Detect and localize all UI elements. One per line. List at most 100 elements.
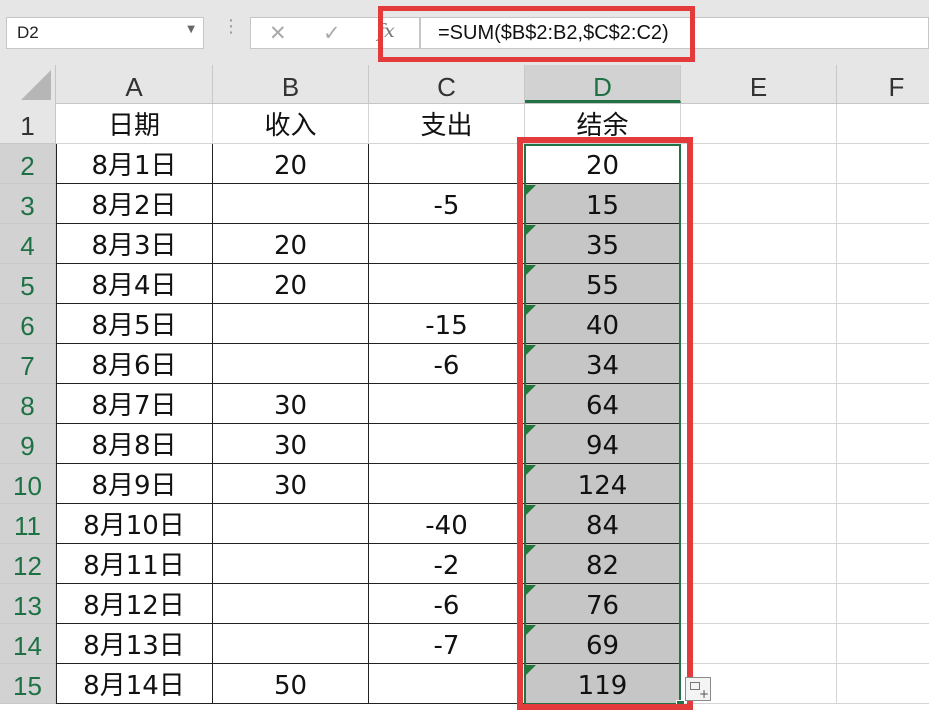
column-header-c[interactable]: C xyxy=(369,65,525,103)
grid-cell[interactable]: 30 xyxy=(213,424,369,464)
row-header-15[interactable]: 15 xyxy=(0,664,56,704)
grid-cell[interactable]: -15 xyxy=(369,304,525,344)
grid-cell[interactable] xyxy=(681,424,837,464)
row-header-3[interactable]: 3 xyxy=(0,184,56,224)
grid-cell[interactable]: 30 xyxy=(213,384,369,424)
grid-cell[interactable] xyxy=(837,264,929,304)
grid-cell[interactable] xyxy=(369,224,525,264)
row-header-10[interactable]: 10 xyxy=(0,464,56,504)
grid-cell[interactable] xyxy=(837,304,929,344)
grid-cell[interactable]: 8月12日 xyxy=(56,584,213,624)
select-all-corner[interactable] xyxy=(0,65,56,104)
grid-cell[interactable] xyxy=(681,624,837,664)
grid-cell[interactable]: 8月2日 xyxy=(56,184,213,224)
grid-cell[interactable]: -6 xyxy=(369,584,525,624)
row-header-2[interactable]: 2 xyxy=(0,144,56,184)
grid-cell[interactable] xyxy=(369,264,525,304)
grid-cell[interactable] xyxy=(681,224,837,264)
grid-cell[interactable] xyxy=(213,624,369,664)
grid-cell[interactable] xyxy=(681,144,837,184)
header-cell[interactable]: 收入 xyxy=(213,104,369,144)
grid-cell[interactable]: 8月4日 xyxy=(56,264,213,304)
grid-cell[interactable] xyxy=(681,184,837,224)
grid-cell[interactable]: -6 xyxy=(369,344,525,384)
row-header-4[interactable]: 4 xyxy=(0,224,56,264)
grid-cell[interactable] xyxy=(837,584,929,624)
grid-cell[interactable]: 8月13日 xyxy=(56,624,213,664)
row-header-6[interactable]: 6 xyxy=(0,304,56,344)
grid-cell[interactable] xyxy=(681,464,837,504)
row-header-8[interactable]: 8 xyxy=(0,384,56,424)
column-header-e[interactable]: E xyxy=(681,65,837,103)
grid-cell[interactable]: -7 xyxy=(369,624,525,664)
grid-cell[interactable]: 8月5日 xyxy=(56,304,213,344)
grid-cell[interactable]: 20 xyxy=(213,144,369,184)
grid-cell[interactable] xyxy=(369,464,525,504)
row-header-1[interactable]: 1 xyxy=(0,104,56,144)
grid-cell[interactable] xyxy=(837,464,929,504)
row-header-7[interactable]: 7 xyxy=(0,344,56,384)
enter-icon[interactable]: ✓ xyxy=(323,21,341,45)
grid-cell[interactable] xyxy=(213,584,369,624)
grid-cell[interactable] xyxy=(681,384,837,424)
column-header-b[interactable]: B xyxy=(213,65,369,103)
grid-cell[interactable]: 50 xyxy=(213,664,369,704)
grid-cell[interactable] xyxy=(837,344,929,384)
grid-cell[interactable]: 8月6日 xyxy=(56,344,213,384)
grid-cell[interactable]: -2 xyxy=(369,544,525,584)
grid-cell[interactable] xyxy=(369,424,525,464)
grid-cell[interactable] xyxy=(837,224,929,264)
grid-cell[interactable]: 8月14日 xyxy=(56,664,213,704)
grid-cell[interactable]: 20 xyxy=(213,224,369,264)
grid-cell[interactable] xyxy=(681,264,837,304)
grid-cell[interactable] xyxy=(681,344,837,384)
row-header-11[interactable]: 11 xyxy=(0,504,56,544)
name-box[interactable]: D2 ▼ xyxy=(6,17,204,49)
row-header-9[interactable]: 9 xyxy=(0,424,56,464)
row-header-5[interactable]: 5 xyxy=(0,264,56,304)
grid-cell[interactable]: 8月9日 xyxy=(56,464,213,504)
grid-cell[interactable]: -5 xyxy=(369,184,525,224)
column-header-f[interactable]: F xyxy=(837,65,929,103)
grid-cell[interactable] xyxy=(837,504,929,544)
grid-cell[interactable] xyxy=(837,544,929,584)
grid-cell[interactable]: 20 xyxy=(213,264,369,304)
grid-cell[interactable] xyxy=(837,184,929,224)
grid-cell[interactable] xyxy=(837,424,929,464)
grid-cell[interactable] xyxy=(369,144,525,184)
grid-cell[interactable]: 8月3日 xyxy=(56,224,213,264)
grid-cell[interactable]: 8月11日 xyxy=(56,544,213,584)
grid-cell[interactable] xyxy=(837,384,929,424)
grid-cell[interactable]: 8月8日 xyxy=(56,424,213,464)
grid-cell[interactable] xyxy=(213,504,369,544)
grid-cell[interactable] xyxy=(369,384,525,424)
header-cell[interactable]: 日期 xyxy=(56,104,213,144)
grid-cell[interactable]: 8月10日 xyxy=(56,504,213,544)
column-header-a[interactable]: A xyxy=(56,65,213,103)
grid-cell[interactable]: 8月7日 xyxy=(56,384,213,424)
cancel-icon[interactable]: ✕ xyxy=(269,21,287,45)
grid-cell[interactable] xyxy=(213,304,369,344)
drag-handle-icon[interactable]: ⋮ xyxy=(222,18,240,36)
grid-cell[interactable] xyxy=(681,104,837,144)
column-header-d[interactable]: D xyxy=(525,65,681,103)
grid-cell[interactable] xyxy=(837,104,929,144)
grid-cell[interactable] xyxy=(681,544,837,584)
grid-cell[interactable] xyxy=(681,504,837,544)
grid-cell[interactable] xyxy=(681,584,837,624)
grid-cell[interactable] xyxy=(837,664,929,704)
grid-cell[interactable] xyxy=(213,344,369,384)
row-header-13[interactable]: 13 xyxy=(0,584,56,624)
grid-cell[interactable] xyxy=(369,664,525,704)
row-header-14[interactable]: 14 xyxy=(0,624,56,664)
grid-cell[interactable] xyxy=(837,144,929,184)
chevron-down-icon[interactable]: ▼ xyxy=(187,24,195,35)
grid-cell[interactable] xyxy=(213,184,369,224)
grid-cell[interactable]: -40 xyxy=(369,504,525,544)
row-header-12[interactable]: 12 xyxy=(0,544,56,584)
grid-cell[interactable] xyxy=(213,544,369,584)
grid-cell[interactable] xyxy=(681,304,837,344)
quick-analysis-icon[interactable]: + xyxy=(685,677,711,701)
grid-cell[interactable]: 8月1日 xyxy=(56,144,213,184)
grid-cell[interactable] xyxy=(837,624,929,664)
